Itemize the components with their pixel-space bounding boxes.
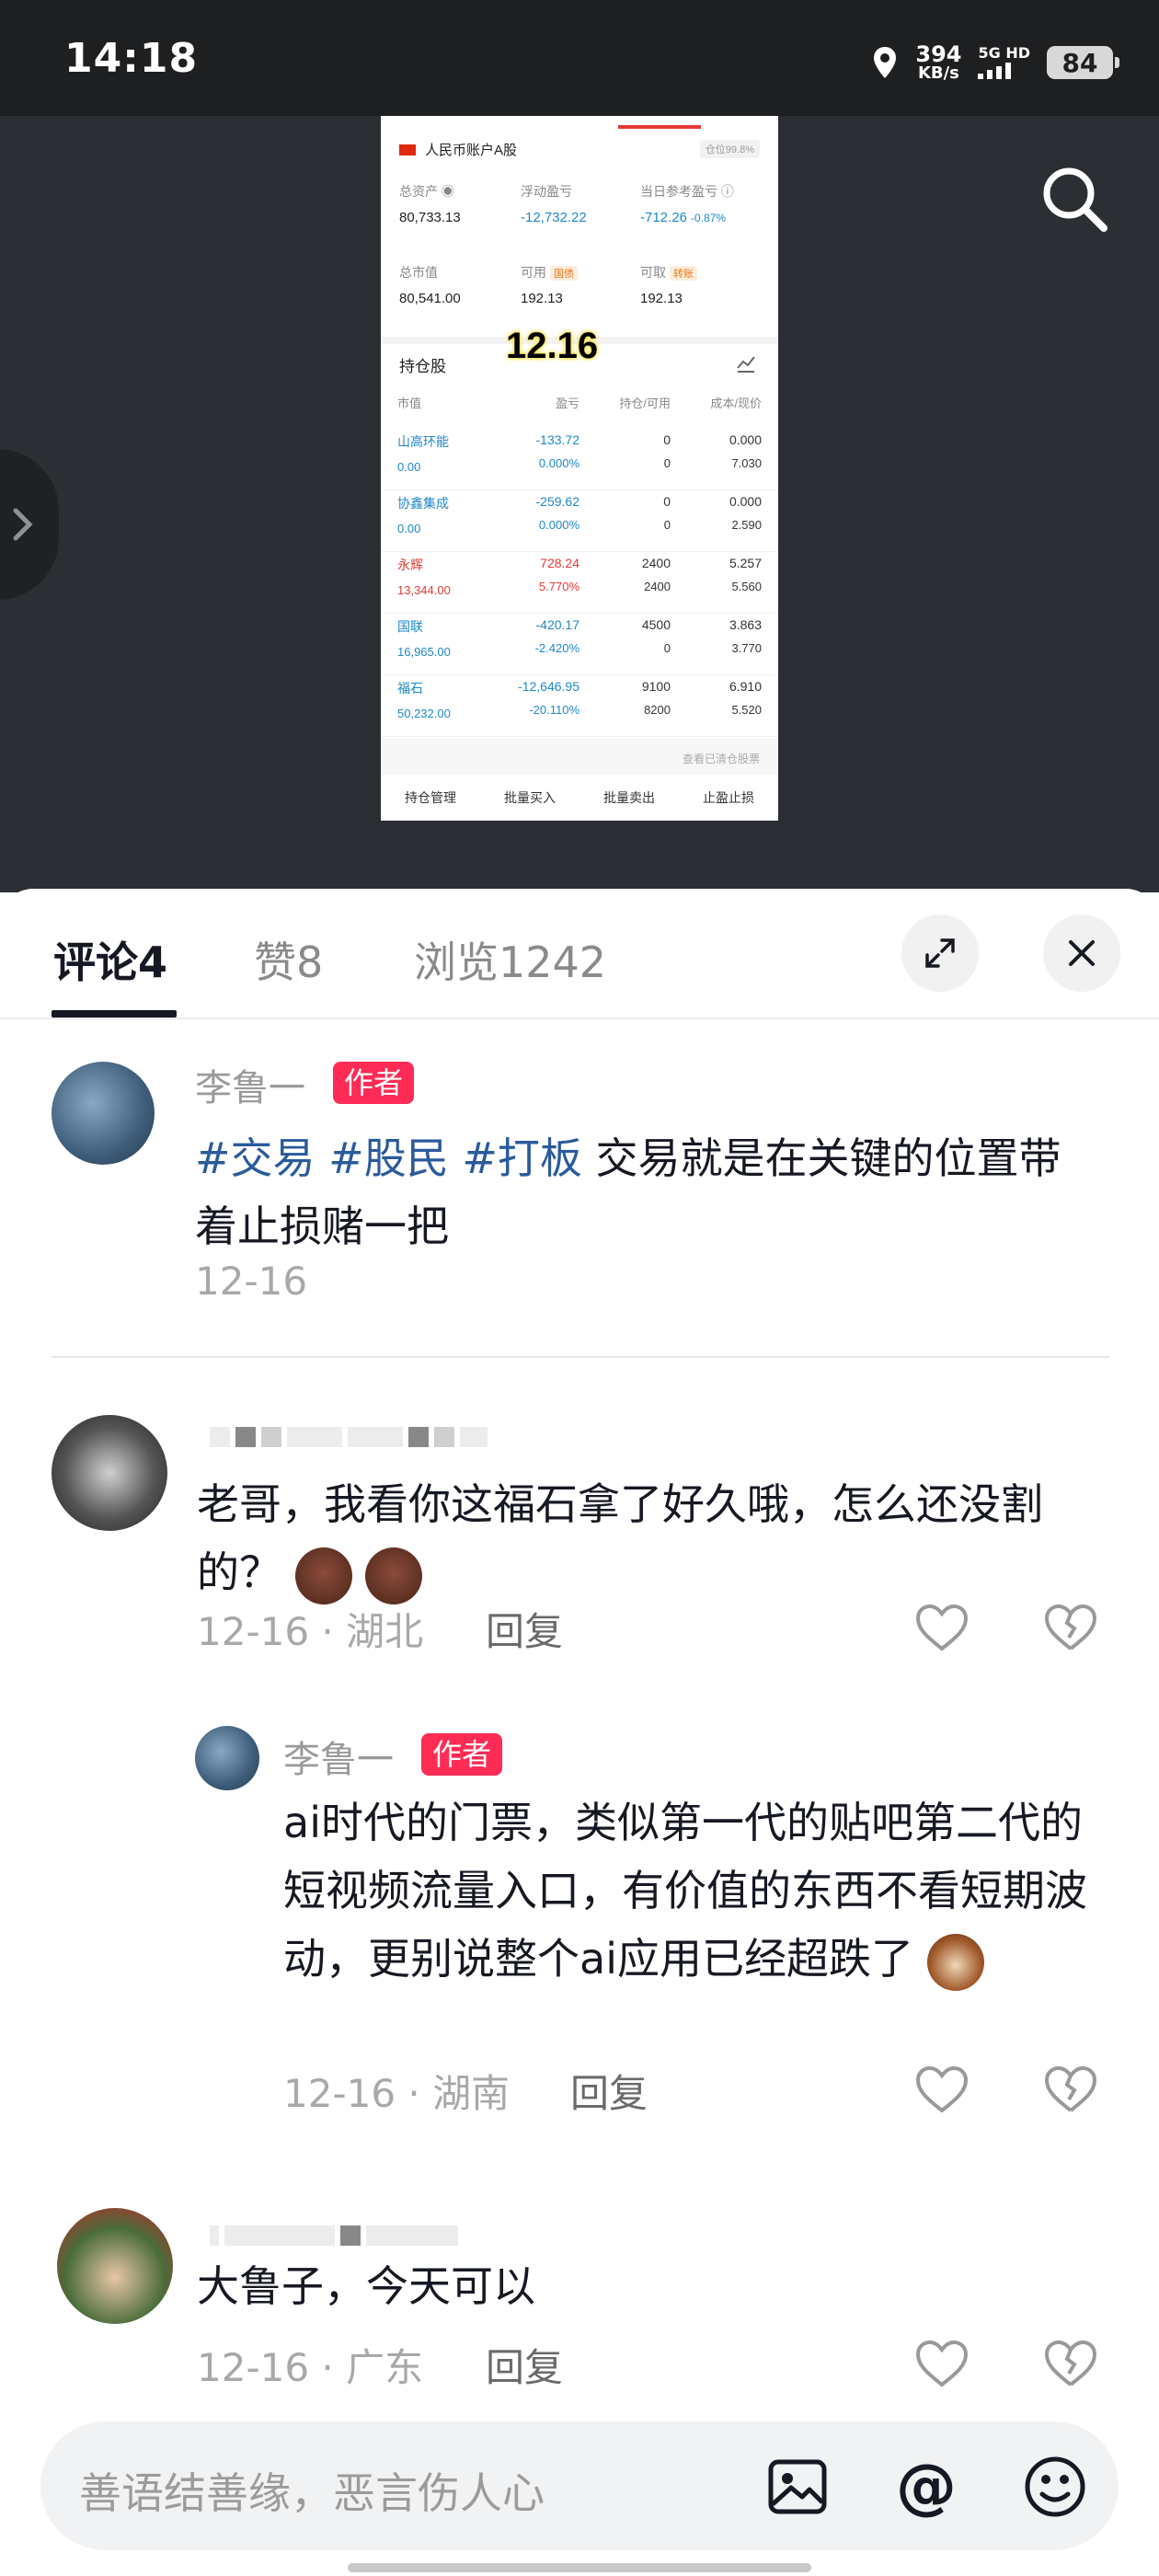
battery-icon: 84 <box>1047 46 1119 79</box>
holdings-columns: 市值 盈亏 持仓/可用 成本/现价 <box>397 397 762 410</box>
info-icon: ⓘ <box>720 184 734 199</box>
post-caption: #交易 #股民 #打板 交易就是在关键的位置带着止损赌一把 <box>195 1133 1061 1251</box>
comment-tabs: 评论4 赞8 浏览1242 <box>0 889 1159 1019</box>
like-heart-icon[interactable] <box>914 2064 970 2116</box>
comment-input[interactable]: 善语结善缘，恶言伤人心 <box>79 2460 545 2521</box>
clock: 14:18 <box>64 35 199 82</box>
dislike-broken-heart-icon[interactable] <box>1043 2339 1098 2390</box>
reply-button[interactable]: 回复 <box>570 2063 648 2119</box>
reply-item: 李鲁一 作者 ai时代的门票，类似第一代的贴吧第二代的短视频流量入口，有价值的东… <box>0 1717 1159 2149</box>
mention-button[interactable]: @ <box>894 2455 958 2519</box>
image-tab-indicator <box>618 125 701 129</box>
close-icon <box>1069 940 1095 966</box>
date-overlay: 12.16 <box>506 326 599 366</box>
holding-row: 永辉 13,344.00 728.24 5.770% 2400 2400 5.257 5.56… <box>381 552 778 614</box>
divider <box>52 1356 1109 1358</box>
expand-icon <box>925 938 955 968</box>
active-tab-underline <box>52 1010 177 1018</box>
post-media[interactable]: 人民币账户A股 仓位99.8% 总资产 ◉ 80,733.13 浮动盈亏 -12… <box>0 116 1159 892</box>
tab-comments[interactable]: 评论4 <box>53 929 167 990</box>
search-icon <box>1043 167 1107 232</box>
comment-item: 老哥，我看你这福石拿了好久哦，怎么还没割的？ 12-16 · 湖北 回复 <box>0 1360 1159 1654</box>
expand-button[interactable] <box>901 914 979 992</box>
dislike-broken-heart-icon[interactable] <box>1043 1603 1098 1654</box>
holdings-footer: 持仓管理 批量买入 批量卖出 止盈止损 <box>405 790 754 805</box>
comment-meta: 12-16 · 广东 <box>197 2345 424 2390</box>
holding-row: 国联 16,965.00 -420.17 -2.420% 4500 0 3.863 3.770 <box>381 614 778 675</box>
comment-sheet: 评论4 赞8 浏览1242 李鲁一 作者 #交易 #股民 #打板 交易就是在关键… <box>0 889 1159 2576</box>
avatar[interactable] <box>52 1062 155 1165</box>
author-name[interactable]: 李鲁一 <box>283 1730 394 1783</box>
post-image[interactable]: 人民币账户A股 仓位99.8% 总资产 ◉ 80,733.13 浮动盈亏 -12… <box>381 116 778 821</box>
reply-text: ai时代的门票，类似第一代的贴吧第二代的短视频流量入口，有价值的东西不看短期波动… <box>283 1788 1111 1993</box>
holding-row: 山高环能 0.00 -133.72 0.000% 0 0 0.000 7.030 <box>381 429 778 490</box>
eye-icon: ◉ <box>441 184 454 199</box>
emoji-button[interactable] <box>1023 2455 1087 2519</box>
comment-text: 大鲁子，今天可以 <box>197 2261 535 2311</box>
account-header: 人民币账户A股 <box>399 140 517 159</box>
expand-side-button[interactable] <box>0 449 59 600</box>
image-button[interactable] <box>765 2455 830 2519</box>
like-heart-icon[interactable] <box>914 2339 970 2390</box>
tab-views[interactable]: 浏览1242 <box>414 929 606 990</box>
position-ratio: 仓位99.8% <box>699 140 760 158</box>
post-date: 12-16 <box>195 1259 308 1304</box>
floating-pl: 浮动盈亏 -12,732.22 <box>521 184 587 225</box>
avatar[interactable] <box>57 2208 173 2324</box>
comment-input-bar[interactable]: 善语结善缘，恶言伤人心 @ <box>40 2421 1119 2550</box>
like-heart-icon[interactable] <box>914 1603 970 1654</box>
avatar[interactable] <box>52 1415 167 1531</box>
search-button[interactable] <box>1038 162 1111 236</box>
author-post: 李鲁一 作者 #交易 #股民 #打板 交易就是在关键的位置带着止损赌一把 12-… <box>0 1019 1159 1325</box>
comment-text: 老哥，我看你这福石拿了好久哦，怎么还没割的？ <box>197 1470 1117 1606</box>
commenter-name[interactable] <box>210 2217 458 2254</box>
reply-meta: 12-16 · 湖南 <box>283 2071 511 2116</box>
author-name[interactable]: 李鲁一 <box>195 1058 305 1111</box>
holding-row: 福石 50,232.00 -12,646.95 -20.110% 9100 8200 6.9… <box>381 675 778 737</box>
avatar[interactable] <box>195 1726 259 1790</box>
network-speed: 394 KB/s <box>915 41 962 83</box>
holdings-list: 山高环能 0.00 -133.72 0.000% 0 0 0.000 7.030 协鑫集成 0.0… <box>381 429 778 737</box>
holding-row: 协鑫集成 0.00 -259.62 0.000% 0 0 0.000 2.590 <box>381 490 778 552</box>
grinning-face-emoji <box>294 1547 352 1604</box>
daily-pl: 当日参考盈亏 ⓘ -712.26 -0.87% <box>640 184 734 225</box>
chevron-right-icon <box>13 508 33 541</box>
total-assets: 总资产 ◉ 80,733.13 <box>399 184 461 225</box>
comment-meta: 12-16 · 湖北 <box>197 1609 424 1654</box>
signal-icon <box>978 63 1012 79</box>
signal-indicator: 5G HD <box>978 46 1030 79</box>
dislike-broken-heart-icon[interactable] <box>1043 2064 1098 2116</box>
author-badge: 作者 <box>333 1062 415 1104</box>
smiley-icon <box>1025 2456 1085 2517</box>
status-icons: 394 KB/s 5G HD 84 <box>871 37 1119 88</box>
tab-likes[interactable]: 赞8 <box>254 929 323 990</box>
holdings-title: 持仓股 <box>399 358 446 375</box>
cleared-stocks-link: 查看已清仓股票 <box>381 738 778 775</box>
image-icon <box>768 2459 827 2514</box>
hashtags[interactable]: #交易 #股民 #打板 <box>195 1133 582 1183</box>
trend-chart-icon <box>737 356 755 373</box>
location-icon <box>874 47 897 78</box>
author-badge: 作者 <box>421 1733 503 1776</box>
at-icon: @ <box>896 2451 957 2522</box>
home-indicator[interactable] <box>348 2563 811 2572</box>
comment-item: 大鲁子，今天可以 12-16 · 广东 回复 <box>0 2208 1159 2392</box>
flag-icon <box>399 144 416 155</box>
close-button[interactable] <box>1043 914 1120 992</box>
market-value: 总市值 80,541.00 <box>399 265 461 306</box>
dog-face-emoji <box>926 1933 984 1991</box>
status-bar: 14:18 394 KB/s 5G HD 84 <box>0 0 1159 116</box>
reply-button[interactable]: 回复 <box>486 2337 563 2392</box>
withdrawable-funds: 可取 转账 192.13 <box>640 263 697 306</box>
reply-button[interactable]: 回复 <box>486 1601 563 1657</box>
grinning-face-emoji <box>365 1547 423 1604</box>
commenter-name[interactable] <box>210 1419 488 1455</box>
available-funds: 可用 国债 192.13 <box>521 263 578 306</box>
